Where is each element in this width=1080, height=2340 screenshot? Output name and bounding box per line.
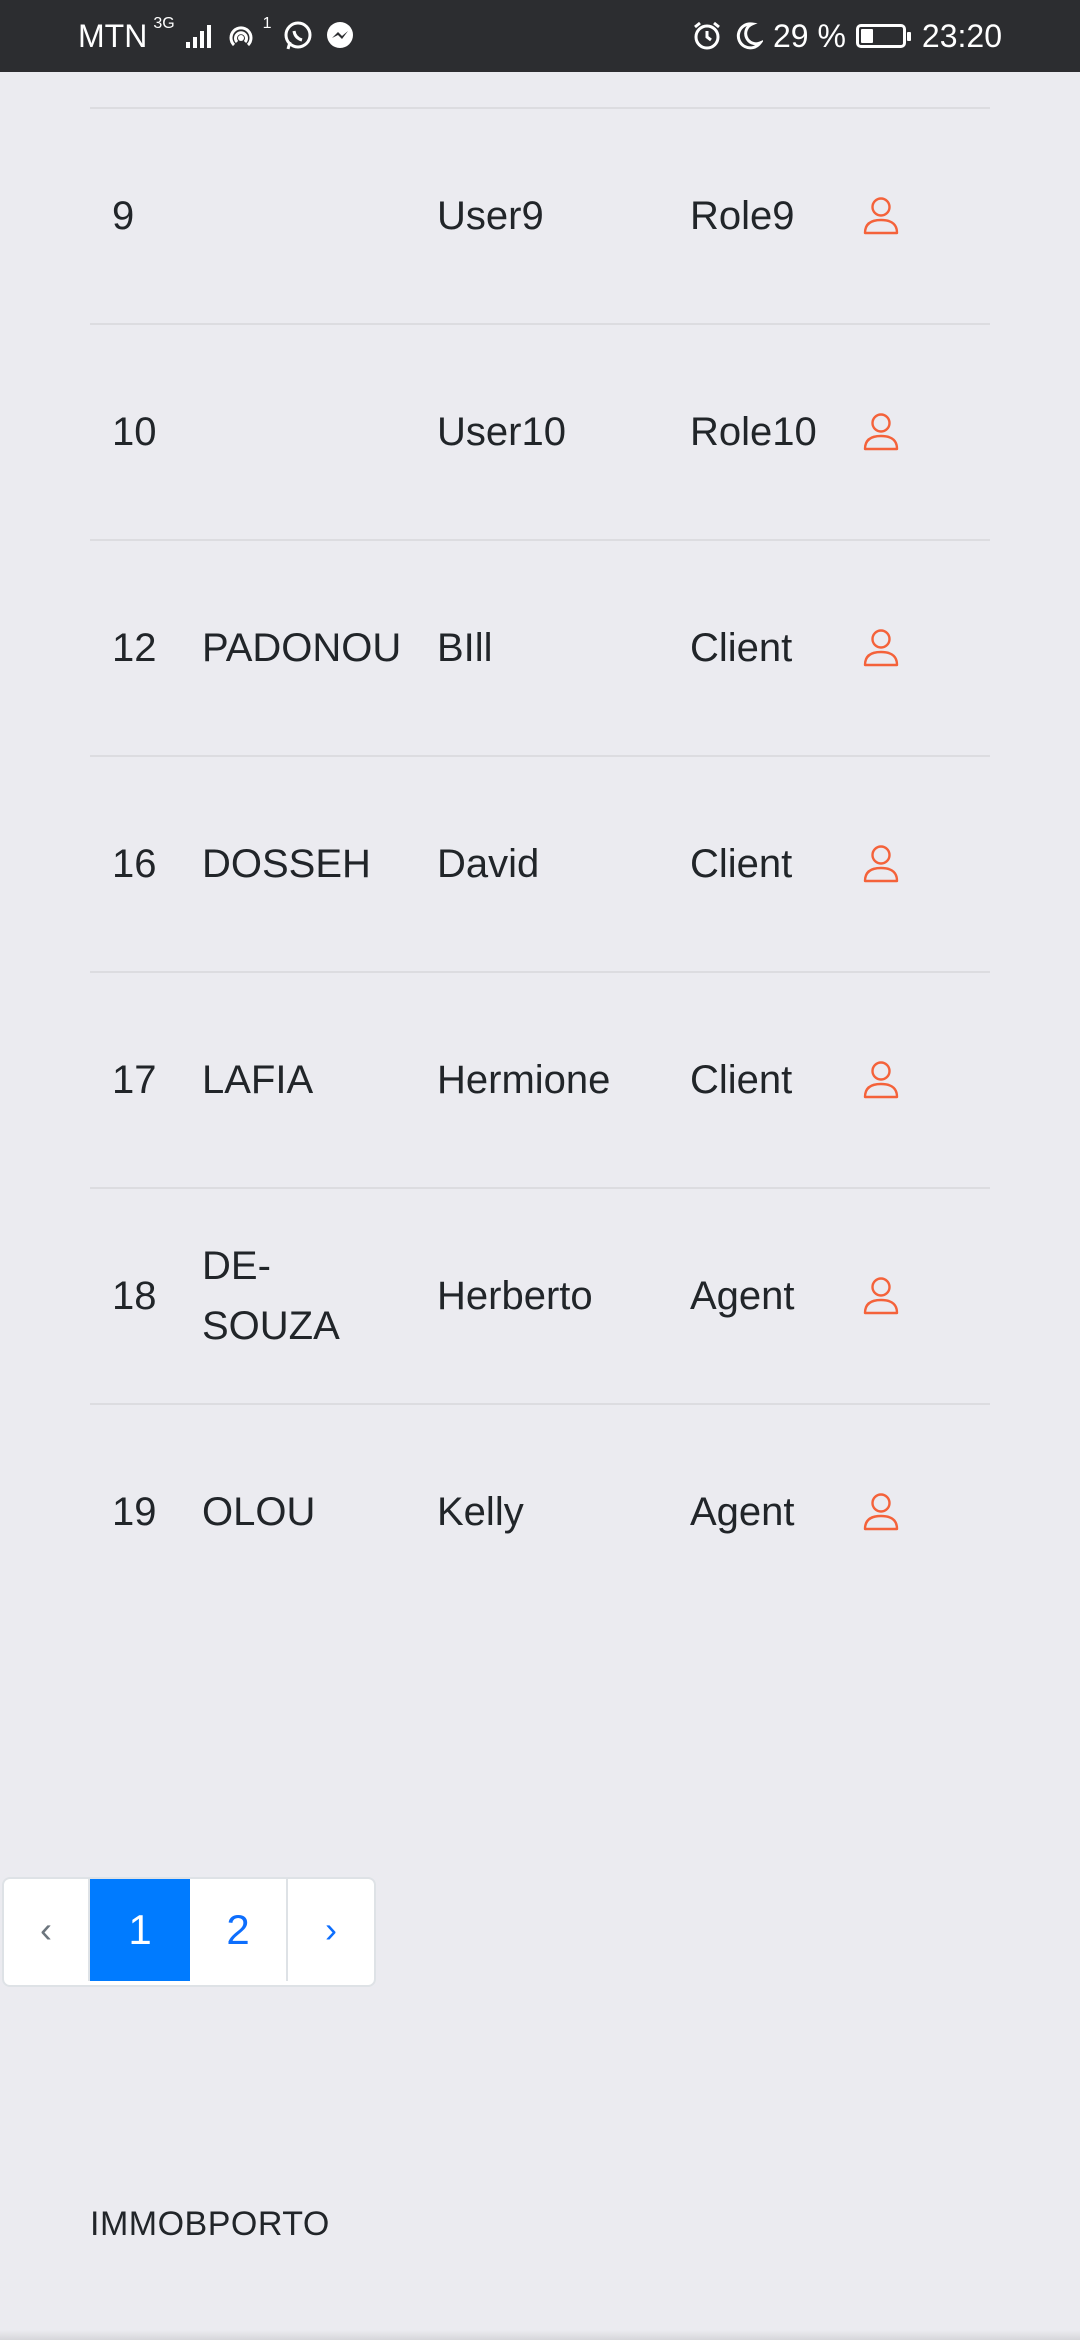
cell-id: 19 <box>112 1490 157 1534</box>
status-bar-left: MTN 3G 1 <box>78 15 356 55</box>
cell-name: OLOU <box>202 1490 316 1534</box>
pagination-page-2-button[interactable]: 2 <box>190 1879 288 1981</box>
battery-percentage: 29 % <box>772 17 846 54</box>
cell-first-name: Hermione <box>437 1058 611 1102</box>
status-bar: MTN 3G 1 29 % 23:20 <box>0 0 1080 72</box>
cell-first-name: Herberto <box>437 1274 593 1318</box>
hotspot-count: 1 <box>262 15 272 32</box>
user-icon <box>863 1061 899 1099</box>
cell-id: 18 <box>112 1274 157 1318</box>
hotspot-icon <box>225 20 257 52</box>
cell-role: Role9 <box>690 194 795 238</box>
cell-first-name: User9 <box>437 194 544 238</box>
user-icon <box>863 197 899 235</box>
user-icon <box>863 1277 899 1315</box>
table-row: 19 OLOU Kelly Agent <box>90 1405 990 1621</box>
cell-role: Client <box>690 1058 793 1102</box>
cell-id: 17 <box>112 1058 157 1102</box>
cell-name: PADONOU <box>202 626 402 670</box>
view-user-button[interactable] <box>862 109 922 323</box>
status-bar-right: 29 % 23:20 <box>691 18 1002 55</box>
cell-name: LAFIA <box>202 1058 314 1102</box>
view-user-button[interactable] <box>862 973 922 1187</box>
cell-first-name: David <box>437 842 540 886</box>
cell-role: Agent <box>690 1274 795 1318</box>
cell-id: 9 <box>112 194 135 238</box>
cell-id: 10 <box>112 410 157 454</box>
bottom-edge <box>0 2330 1080 2340</box>
cell-role: Client <box>690 626 793 670</box>
alarm-icon <box>691 20 723 52</box>
user-icon <box>863 629 899 667</box>
user-icon <box>863 413 899 451</box>
table-row: 9 User9 Role9 <box>90 109 990 325</box>
clock: 23:20 <box>921 17 1002 54</box>
messenger-icon <box>324 20 356 52</box>
whatsapp-icon <box>282 20 314 52</box>
table-row: 10 User10 Role10 <box>90 325 990 541</box>
signal-icon <box>185 22 215 50</box>
pagination-next-button[interactable]: › <box>288 1879 374 1981</box>
cell-role: Role10 <box>690 410 817 454</box>
network-type: 3G <box>153 15 175 32</box>
cell-first-name: User10 <box>437 410 566 454</box>
cell-role: Client <box>690 842 793 886</box>
cell-first-name: Kelly <box>437 1490 524 1534</box>
battery-icon <box>855 24 911 48</box>
cell-name: DOSSEH <box>202 842 371 886</box>
cell-name <box>202 109 402 323</box>
cell-role: Agent <box>690 1490 795 1534</box>
view-user-button[interactable] <box>862 1405 922 1619</box>
cell-id: 12 <box>112 626 157 670</box>
user-icon <box>863 845 899 883</box>
pagination-prev-button[interactable]: ‹ <box>4 1879 90 1981</box>
cell-first-name: BIll <box>437 626 493 670</box>
carrier-name: MTN <box>78 17 148 54</box>
footer-brand: IMMOBPORTO <box>90 2205 330 2243</box>
cell-name <box>202 325 402 539</box>
table-row: 17 LAFIA Hermione Client <box>90 973 990 1189</box>
cell-id: 16 <box>112 842 157 886</box>
user-icon <box>863 1493 899 1531</box>
table-row: 16 DOSSEH David Client <box>90 757 990 973</box>
table-row: 12 PADONOU BIll Client <box>90 541 990 757</box>
pagination: ‹ 1 2 › <box>2 1877 376 1987</box>
view-user-button[interactable] <box>862 541 922 755</box>
cell-name: DE-SOUZA <box>202 1244 340 1348</box>
do-not-disturb-moon-icon <box>733 21 763 51</box>
view-user-button[interactable] <box>862 757 922 971</box>
table-row: 18 DE-SOUZA Herberto Agent <box>90 1189 990 1405</box>
view-user-button[interactable] <box>862 325 922 539</box>
pagination-page-1-button[interactable]: 1 <box>90 1879 190 1981</box>
view-user-button[interactable] <box>862 1189 922 1403</box>
